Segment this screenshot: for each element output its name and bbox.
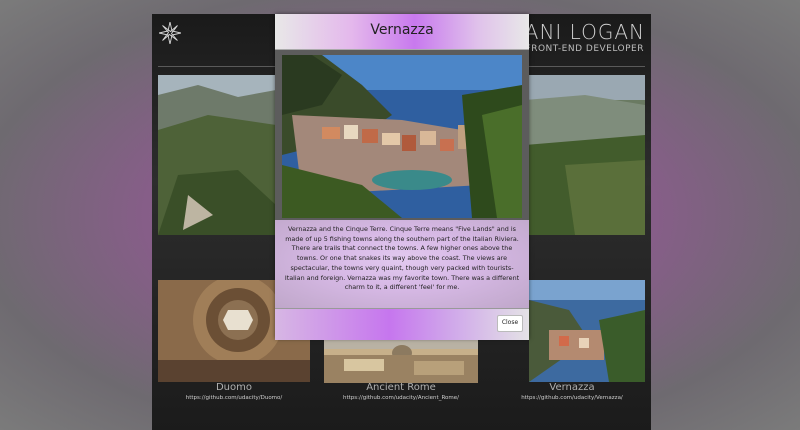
- modal-footer: Close: [275, 308, 529, 340]
- modal-description: Vernazza and the Cinque Terre. Cinque Te…: [284, 225, 520, 292]
- gallery-caption-duomo: Duomo: [215, 382, 252, 393]
- gallery-link-ancient-rome[interactable]: https://github.com/udacity/Ancient_Rome/: [324, 395, 478, 401]
- modal-image-vernazza: [282, 55, 522, 218]
- brand-title: FRONT-END DEVELOPER: [525, 44, 644, 54]
- modal-title: Vernazza: [370, 22, 434, 38]
- modal-body: Vernazza and the Cinque Terre. Cinque Te…: [275, 220, 529, 308]
- gallery-link-duomo[interactable]: https://github.com/udacity/Duomo/: [158, 395, 310, 401]
- gallery-caption-vernazza: Vernazza: [549, 382, 595, 393]
- gallery-tile-valley[interactable]: [525, 75, 645, 235]
- image-modal: Vernazza Vernazza and the Cinque Terre. …: [275, 14, 529, 340]
- gallery-caption-ancient-rome: Ancient Rome: [366, 382, 436, 393]
- compass-star-icon: [159, 22, 181, 44]
- gallery-tile-mountain[interactable]: [158, 75, 276, 235]
- gallery-tile-vernazza[interactable]: [529, 280, 645, 382]
- gallery-tile-ancient-rome[interactable]: [324, 337, 478, 383]
- close-button[interactable]: Close: [497, 315, 523, 332]
- modal-header: Vernazza: [275, 14, 529, 50]
- gallery-link-vernazza[interactable]: https://github.com/udacity/Vernazza/: [497, 395, 647, 401]
